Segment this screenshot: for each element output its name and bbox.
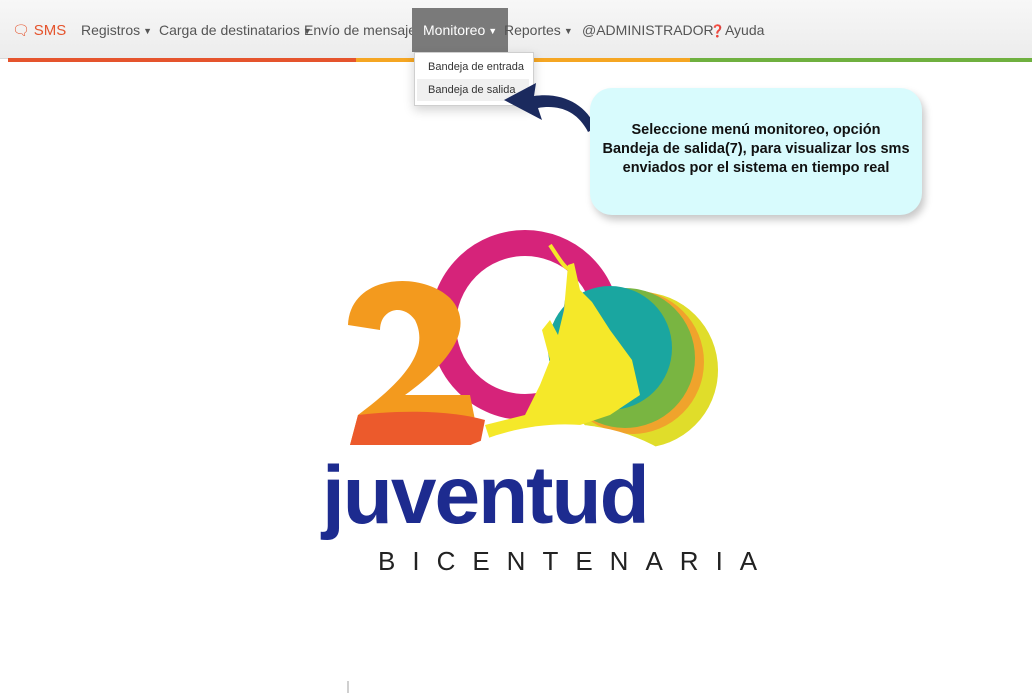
menu-carga-destinatarios[interactable]: Carga de destinatarios ▼ — [159, 8, 312, 52]
callout-line-1: Seleccione menú monitoreo, opción — [631, 122, 881, 138]
stripe-green — [690, 58, 1032, 62]
menu-reportes-label: Reportes — [504, 22, 561, 38]
menu-ayuda[interactable]: ❓Ayuda — [710, 8, 764, 52]
menu-admin-label: @ADMINISTRADOR — [582, 22, 714, 38]
chat-bubbles-icon: 🗨 — [12, 22, 30, 38]
menu-carga-label: Carga de destinatarios — [159, 22, 300, 38]
caret-down-icon: ▼ — [563, 26, 573, 36]
menu-envio-mensajes[interactable]: Envío de mensajes — [304, 8, 423, 52]
menu-reportes[interactable]: Reportes ▼ — [504, 8, 573, 52]
caret-down-icon: ▼ — [143, 26, 153, 36]
logo-subtitle-bicentenaria: BICENTENARIA — [378, 546, 775, 576]
juventud-bicentenaria-logo — [348, 230, 718, 460]
callout-text: Seleccione menú monitoreo, opción Bandej… — [590, 121, 922, 178]
text-cursor-mark — [347, 681, 349, 693]
menu-monitoreo[interactable]: Monitoreo ▼ — [412, 8, 509, 52]
brand-label: SMS — [33, 22, 67, 39]
callout-line-3: enviados por el sistema en tiempo real — [622, 160, 890, 176]
instruction-callout: Seleccione menú monitoreo, opción Bandej… — [590, 88, 922, 215]
menu-registros[interactable]: Registros ▼ — [81, 8, 152, 52]
caret-down-icon: ▼ — [488, 26, 498, 36]
question-circle-icon: ❓ — [710, 24, 725, 38]
callout-line-2: Bandeja de salida(7), para visualizar lo… — [602, 141, 910, 157]
menu-envio-label: Envío de mensajes — [304, 22, 424, 38]
top-navbar: 🗨 SMS Registros ▼ Carga de destinatarios ▼ … — [0, 0, 1032, 59]
menu-registros-label: Registros — [81, 22, 141, 38]
curved-arrow-icon — [504, 83, 596, 132]
menu-ayuda-label: Ayuda — [724, 22, 765, 38]
menu-monitoreo-label: Monitoreo — [423, 22, 486, 38]
menu-administrador[interactable]: @ADMINISTRADOR — [582, 8, 714, 52]
brand-sms[interactable]: 🗨 SMS — [12, 8, 66, 52]
stripe-orange-red — [8, 58, 356, 62]
logo-word-juventud: juventud — [322, 450, 650, 541]
